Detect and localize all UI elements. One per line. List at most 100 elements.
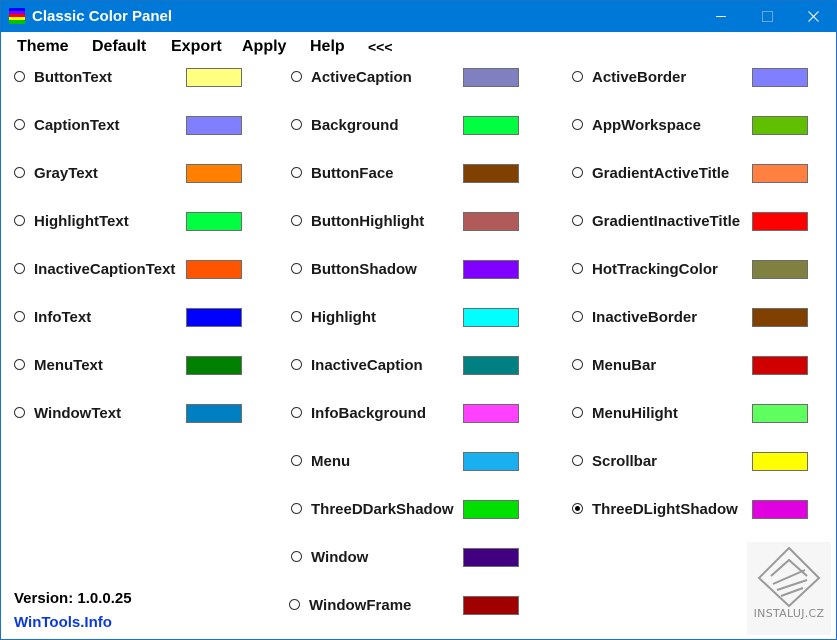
color-name-label[interactable]: ButtonText (34, 69, 112, 86)
color-name-label[interactable]: MenuHilight (592, 405, 678, 422)
color-swatch[interactable] (186, 212, 242, 231)
color-name-label[interactable]: AppWorkspace (592, 117, 701, 134)
color-swatch[interactable] (752, 500, 808, 519)
color-radio[interactable] (291, 71, 302, 82)
color-radio[interactable] (291, 359, 302, 370)
color-name-label[interactable]: InactiveBorder (592, 309, 697, 326)
color-radio[interactable] (572, 407, 583, 418)
color-name-label[interactable]: MenuBar (592, 357, 656, 374)
menu-theme[interactable]: Theme (17, 38, 69, 56)
color-swatch[interactable] (186, 260, 242, 279)
color-radio[interactable] (572, 119, 583, 130)
color-swatch[interactable] (463, 116, 519, 135)
color-name-label[interactable]: InfoText (34, 309, 91, 326)
color-swatch[interactable] (186, 116, 242, 135)
color-name-label[interactable]: ThreeDDarkShadow (311, 501, 454, 518)
color-swatch[interactable] (186, 356, 242, 375)
color-swatch[interactable] (752, 68, 808, 87)
color-swatch[interactable] (463, 452, 519, 471)
color-radio[interactable] (14, 407, 25, 418)
color-name-label[interactable]: GradientActiveTitle (592, 165, 729, 182)
color-radio[interactable] (14, 167, 25, 178)
color-name-label[interactable]: InactiveCaptionText (34, 261, 175, 278)
color-name-label[interactable]: ActiveBorder (592, 69, 686, 86)
title-bar[interactable]: Classic Color Panel (1, 1, 836, 32)
color-name-label[interactable]: HighlightText (34, 213, 129, 230)
color-swatch[interactable] (463, 548, 519, 567)
color-swatch[interactable] (186, 164, 242, 183)
color-radio[interactable] (14, 119, 25, 130)
color-radio[interactable] (291, 215, 302, 226)
color-name-label[interactable]: HotTrackingColor (592, 261, 718, 278)
color-name-label[interactable]: Menu (311, 453, 350, 470)
color-swatch[interactable] (752, 404, 808, 423)
color-name-label[interactable]: ActiveCaption (311, 69, 412, 86)
color-radio[interactable] (572, 167, 583, 178)
color-name-label[interactable]: ButtonShadow (311, 261, 417, 278)
color-radio[interactable] (291, 551, 302, 562)
color-radio[interactable] (14, 311, 25, 322)
menu-collapse[interactable]: <<< (368, 39, 393, 55)
color-radio[interactable] (572, 359, 583, 370)
color-radio[interactable] (14, 359, 25, 370)
menu-help[interactable]: Help (310, 38, 345, 56)
color-name-label[interactable]: Highlight (311, 309, 376, 326)
color-swatch[interactable] (752, 212, 808, 231)
color-radio[interactable] (572, 215, 583, 226)
color-name-label[interactable]: InfoBackground (311, 405, 426, 422)
color-name-label[interactable]: CaptionText (34, 117, 120, 134)
menu-export[interactable]: Export (171, 38, 222, 56)
color-radio[interactable] (291, 119, 302, 130)
color-radio[interactable] (291, 503, 302, 514)
color-swatch[interactable] (752, 164, 808, 183)
color-name-label[interactable]: MenuText (34, 357, 103, 374)
color-radio[interactable] (14, 215, 25, 226)
color-swatch[interactable] (463, 404, 519, 423)
color-name-label[interactable]: InactiveCaption (311, 357, 423, 374)
color-swatch[interactable] (752, 356, 808, 375)
color-swatch[interactable] (752, 308, 808, 327)
color-radio[interactable] (291, 167, 302, 178)
color-name-label[interactable]: ButtonFace (311, 165, 394, 182)
minimize-button[interactable] (698, 1, 744, 32)
color-swatch[interactable] (752, 116, 808, 135)
close-button[interactable] (790, 1, 836, 32)
color-swatch[interactable] (752, 260, 808, 279)
color-name-label[interactable]: Background (311, 117, 399, 134)
menu-default[interactable]: Default (92, 38, 146, 56)
color-name-label[interactable]: WindowText (34, 405, 121, 422)
color-radio[interactable] (291, 263, 302, 274)
color-swatch[interactable] (752, 452, 808, 471)
color-swatch[interactable] (186, 308, 242, 327)
color-name-label[interactable]: GrayText (34, 165, 98, 182)
color-radio[interactable] (572, 71, 583, 82)
color-name-label[interactable]: WindowFrame (309, 597, 411, 614)
color-radio[interactable] (572, 263, 583, 274)
color-name-label[interactable]: GradientInactiveTitle (592, 213, 740, 230)
color-name-label[interactable]: Scrollbar (592, 453, 657, 470)
color-radio[interactable] (289, 599, 300, 610)
color-swatch[interactable] (463, 260, 519, 279)
color-radio[interactable] (14, 263, 25, 274)
color-radio[interactable] (291, 311, 302, 322)
menu-apply[interactable]: Apply (242, 38, 286, 56)
color-name-label[interactable]: ThreeDLightShadow (592, 501, 738, 518)
color-swatch[interactable] (463, 212, 519, 231)
color-radio[interactable] (291, 407, 302, 418)
color-swatch[interactable] (463, 308, 519, 327)
color-radio[interactable] (14, 71, 25, 82)
color-swatch[interactable] (463, 164, 519, 183)
color-swatch[interactable] (186, 404, 242, 423)
color-swatch[interactable] (463, 68, 519, 87)
website-link[interactable]: WinTools.Info (14, 614, 112, 631)
color-name-label[interactable]: Window (311, 549, 368, 566)
color-swatch[interactable] (463, 500, 519, 519)
color-radio[interactable] (572, 455, 583, 466)
color-swatch[interactable] (186, 68, 242, 87)
color-radio[interactable] (572, 311, 583, 322)
color-name-label[interactable]: ButtonHighlight (311, 213, 424, 230)
color-swatch[interactable] (463, 596, 519, 615)
color-radio[interactable] (291, 455, 302, 466)
color-swatch[interactable] (463, 356, 519, 375)
maximize-button[interactable] (744, 1, 790, 32)
